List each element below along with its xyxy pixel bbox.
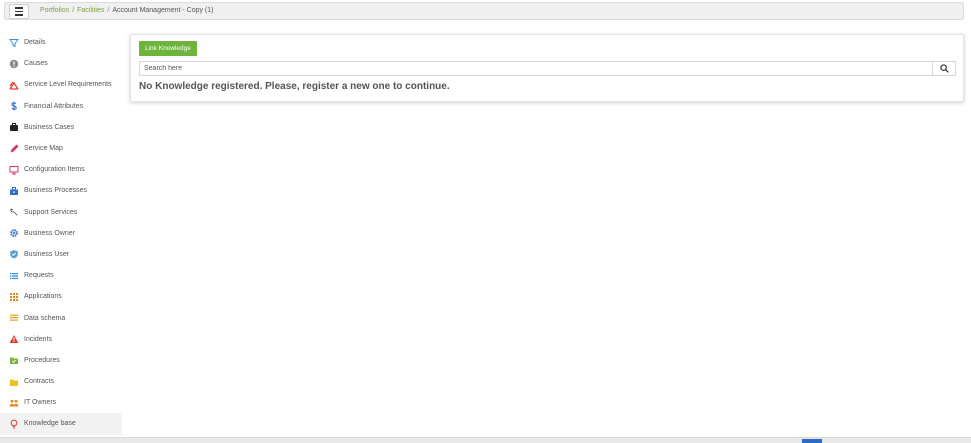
dollar-icon bbox=[8, 101, 19, 112]
sidebar-item-label: Causes bbox=[24, 60, 48, 68]
breadcrumb-portfolios[interactable]: Portfolios bbox=[40, 7, 69, 14]
alert-circle-icon bbox=[8, 58, 19, 69]
sidebar-item-label: Business Processes bbox=[24, 187, 88, 195]
shield-icon bbox=[8, 249, 19, 260]
knowledge-panel: Link Knowledge No Knowledge registered. … bbox=[130, 34, 964, 102]
toolbox-icon bbox=[8, 185, 19, 196]
sidebar-item-label: Configuration Items bbox=[24, 166, 85, 174]
sidebar-item-label: Incidents bbox=[24, 335, 53, 343]
link-knowledge-button[interactable]: Link Knowledge bbox=[139, 41, 197, 56]
sidebar-item-label: Financial Attributes bbox=[24, 102, 84, 110]
sidebar-item-business-processes[interactable]: Business Processes bbox=[0, 180, 122, 201]
sidebar-item-incidents[interactable]: Incidents bbox=[0, 329, 122, 350]
wrench-icon bbox=[8, 207, 19, 218]
briefcase-icon bbox=[8, 122, 19, 133]
sidebar-item-label: Details bbox=[24, 39, 46, 47]
sidebar-item-knowledge-base[interactable]: Knowledge base bbox=[0, 413, 122, 435]
sidebar-item-label: IT Owners bbox=[24, 399, 57, 407]
sidebar-item-service-map[interactable]: Service Map bbox=[0, 138, 122, 159]
sidebar-item-label: Contracts bbox=[24, 378, 54, 386]
breadcrumb: Portfolios / Facilities / Account Management… bbox=[40, 6, 214, 16]
users-icon bbox=[8, 397, 19, 408]
sidebar: Details Causes Service Level Requirements F… bbox=[0, 32, 122, 435]
sidebar-item-service-level-requirements[interactable]: Service Level Requirements bbox=[0, 74, 122, 95]
taskbar-indicator bbox=[802, 439, 822, 443]
lightbulb-icon bbox=[8, 418, 19, 429]
hamburger-icon-line bbox=[15, 10, 23, 13]
sidebar-item-label: Knowledge base bbox=[24, 420, 76, 428]
sidebar-item-financial-attributes[interactable]: Financial Attributes bbox=[0, 96, 122, 117]
top-bar: Portfolios / Facilities / Account Management… bbox=[4, 2, 964, 20]
hamburger-icon bbox=[15, 7, 23, 9]
bottom-scrollbar[interactable] bbox=[0, 437, 971, 443]
breadcrumb-separator: / bbox=[72, 7, 75, 14]
sidebar-item-label: Service Level Requirements bbox=[24, 81, 112, 89]
sidebar-item-label: Business Cases bbox=[24, 123, 75, 131]
sidebar-item-applications[interactable]: Applications bbox=[0, 286, 122, 307]
sidebar-item-label: Data schema bbox=[24, 314, 66, 322]
sidebar-item-configuration-items[interactable]: Configuration Items bbox=[0, 159, 122, 180]
hamburger-icon-line bbox=[15, 14, 23, 16]
sidebar-item-label: Business Owner bbox=[24, 229, 75, 237]
grid-icon bbox=[8, 291, 19, 302]
sidebar-item-business-cases[interactable]: Business Cases bbox=[0, 117, 122, 138]
sidebar-item-label: Requests bbox=[24, 272, 54, 280]
breadcrumb-current: Account Management - Copy (1) bbox=[112, 7, 214, 14]
sidebar-item-label: Procedures bbox=[24, 356, 60, 364]
monitor-icon bbox=[8, 164, 19, 175]
empty-state-message: No Knowledge registered. Please, registe… bbox=[139, 81, 450, 92]
sidebar-item-label: Applications bbox=[24, 293, 62, 301]
breadcrumb-separator: / bbox=[107, 7, 110, 14]
filter-icon bbox=[8, 37, 19, 48]
folder-check-icon bbox=[8, 355, 19, 366]
search-icon bbox=[939, 64, 949, 73]
sidebar-item-causes[interactable]: Causes bbox=[0, 53, 122, 74]
sidebar-item-data-schema[interactable]: Data schema bbox=[0, 307, 122, 328]
list-icon bbox=[8, 270, 19, 281]
breadcrumb-facilities[interactable]: Facilities bbox=[77, 7, 104, 14]
menu-toggle-button[interactable] bbox=[9, 4, 29, 19]
search-button[interactable] bbox=[932, 61, 956, 76]
pencil-icon bbox=[8, 143, 19, 154]
gear-icon bbox=[8, 228, 19, 239]
sidebar-item-label: Service Map bbox=[24, 145, 63, 153]
sidebar-item-contracts[interactable]: Contracts bbox=[0, 371, 122, 392]
folder-icon bbox=[8, 376, 19, 387]
sidebar-item-procedures[interactable]: Procedures bbox=[0, 350, 122, 371]
sidebar-item-requests[interactable]: Requests bbox=[0, 265, 122, 286]
sla-icon bbox=[8, 79, 19, 90]
sidebar-item-label: Business User bbox=[24, 250, 70, 258]
sidebar-item-details[interactable]: Details bbox=[0, 32, 122, 53]
sidebar-item-business-owner[interactable]: Business Owner bbox=[0, 223, 122, 244]
sidebar-item-label: Support Services bbox=[24, 208, 78, 216]
warning-icon bbox=[8, 334, 19, 345]
search-input[interactable] bbox=[139, 61, 941, 76]
lines-icon bbox=[8, 313, 19, 324]
sidebar-item-support-services[interactable]: Support Services bbox=[0, 202, 122, 223]
sidebar-item-business-user[interactable]: Business User bbox=[0, 244, 122, 265]
sidebar-item-it-owners[interactable]: IT Owners bbox=[0, 392, 122, 413]
